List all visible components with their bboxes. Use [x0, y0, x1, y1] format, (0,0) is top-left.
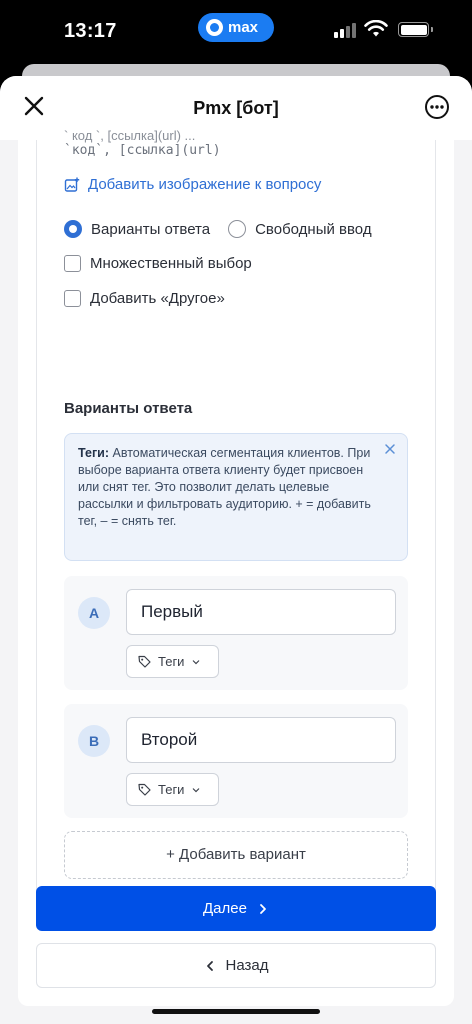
signal-icon — [334, 22, 356, 38]
radio-selected-icon — [64, 220, 82, 238]
add-image-icon — [64, 177, 80, 192]
variants-section-title: Варианты ответа — [64, 400, 193, 417]
add-other-checkbox[interactable]: Добавить «Другое» — [64, 290, 225, 307]
back-label: Назад — [225, 957, 269, 974]
option-text-input[interactable]: Первый — [126, 589, 396, 635]
answer-type-free-radio[interactable]: Свободный ввод — [228, 220, 372, 238]
format-hint-cut: ` код `, [ссылка](url) ... — [64, 128, 196, 143]
webview-frame: ` код `, [ссылка](url) ... `код`, [ссылк… — [18, 128, 454, 1006]
add-image-label: Добавить изображение к вопросу — [88, 176, 322, 193]
multiple-choice-label: Множественный выбор — [90, 255, 252, 272]
battery-icon — [398, 22, 433, 37]
option-text-input[interactable]: Второй — [126, 717, 396, 763]
tag-icon — [138, 783, 151, 796]
answer-option: B Второй Теги — [64, 704, 408, 818]
add-variant-button[interactable]: + Добавить вариант — [64, 831, 408, 879]
next-label: Далее — [203, 900, 247, 917]
radio-unselected-icon — [228, 220, 247, 238]
home-indicator — [152, 1009, 320, 1014]
tag-icon — [138, 655, 151, 668]
answer-type-options-radio[interactable]: Варианты ответа — [64, 220, 210, 238]
status-time: 13:17 — [64, 20, 117, 42]
chevron-right-icon — [260, 903, 266, 914]
tags-info-text: Автоматическая сегментация клиентов. При… — [78, 446, 371, 528]
option-tags-dropdown[interactable]: Теги — [126, 773, 219, 806]
max-logo-icon — [206, 19, 223, 36]
close-icon[interactable] — [383, 442, 397, 456]
chevron-down-icon — [193, 787, 200, 792]
max-app-label: max — [228, 19, 259, 36]
next-button[interactable]: Далее — [36, 886, 436, 931]
add-other-label: Добавить «Другое» — [90, 290, 225, 307]
max-app-pill: max — [198, 13, 274, 42]
option-tags-dropdown[interactable]: Теги — [126, 645, 219, 678]
multiple-choice-checkbox[interactable]: Множественный выбор — [64, 255, 252, 272]
answer-option: A Первый Теги — [64, 576, 408, 690]
option-letter-badge: B — [78, 725, 110, 757]
tags-label: Теги — [158, 782, 185, 797]
option-letter-badge: A — [78, 597, 110, 629]
tags-info-box: Теги: Автоматическая сегментация клиенто… — [64, 433, 408, 561]
answer-type-free-label: Свободный ввод — [255, 220, 372, 238]
status-bar: 13:17 max — [0, 0, 472, 62]
checkbox-icon — [64, 290, 81, 307]
answer-type-options-label: Варианты ответа — [91, 220, 211, 238]
sheet-title: Pmx [бот] — [193, 98, 279, 118]
back-button[interactable]: Назад — [36, 943, 436, 988]
chevron-down-icon — [193, 659, 200, 664]
checkbox-icon — [64, 255, 81, 272]
chevron-left-icon — [206, 960, 213, 971]
wifi-icon — [364, 20, 388, 37]
answer-type-group: Варианты ответа Свободный ввод — [64, 220, 372, 238]
format-hint: `код`, [ссылка](url) — [64, 143, 221, 158]
bot-sheet: Pmx [бот] ` код `, [ссылка](url) ... `ко… — [0, 76, 472, 1024]
more-options-icon[interactable] — [424, 94, 450, 120]
tags-label: Теги — [158, 654, 185, 669]
tags-info-title: Теги: — [78, 446, 110, 460]
add-image-link[interactable]: Добавить изображение к вопросу — [64, 176, 321, 193]
